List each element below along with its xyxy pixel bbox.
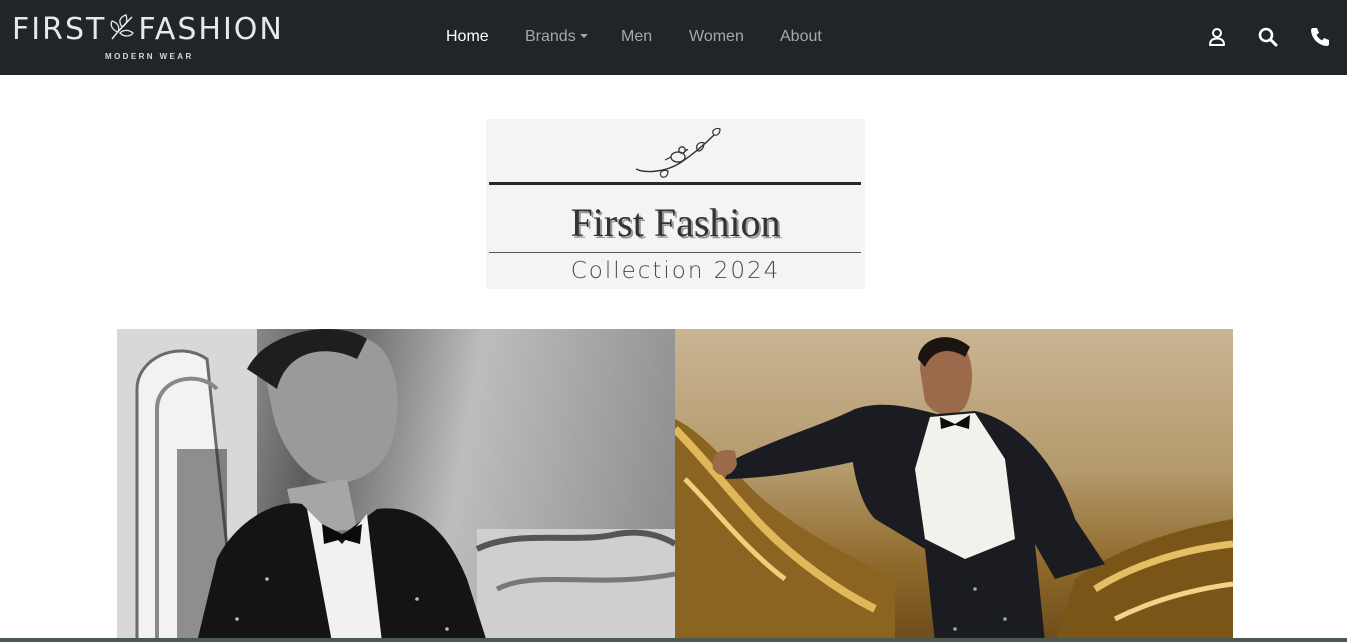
brand-logo[interactable]: FIRST FASHION MODERN WEAR xyxy=(12,10,302,65)
man-in-tuxedo-bw-image xyxy=(117,329,675,642)
divider-thick xyxy=(489,182,861,185)
divider-thin xyxy=(489,252,861,253)
caret-down-icon xyxy=(579,34,588,38)
collection-banner: First Fashion Collection 2024 xyxy=(486,119,865,289)
brand-wordmark: FIRST FASHION xyxy=(12,12,284,47)
nav-brands-label: Brands xyxy=(525,28,576,45)
leaf-icon xyxy=(110,14,135,40)
nav-women[interactable]: Women xyxy=(689,28,744,46)
brand-name-left: FIRST xyxy=(12,12,107,47)
collection-title: First Fashion xyxy=(570,200,781,245)
main-navbar: FIRST FASHION MODERN WEAR Home Brands Me… xyxy=(0,0,1347,75)
search-icon[interactable] xyxy=(1257,26,1279,48)
hero-banner xyxy=(117,329,1233,642)
brand-name-right: FASHION xyxy=(138,12,284,47)
nav-men[interactable]: Men xyxy=(621,28,652,46)
nav-home[interactable]: Home xyxy=(446,28,489,46)
nav-brands-dropdown[interactable]: Brands xyxy=(525,28,588,46)
brand-tagline: MODERN WEAR xyxy=(105,52,194,61)
collection-subtitle: Collection 2024 xyxy=(570,258,781,284)
user-icon[interactable] xyxy=(1206,26,1228,48)
bird-on-branch-icon xyxy=(635,127,721,178)
nav-about[interactable]: About xyxy=(780,28,822,46)
hero-image-left xyxy=(117,329,675,642)
bottom-strip xyxy=(0,638,1347,642)
hero-image-right xyxy=(675,329,1233,642)
man-in-tuxedo-color-image xyxy=(675,337,1233,642)
phone-icon[interactable] xyxy=(1309,26,1331,48)
